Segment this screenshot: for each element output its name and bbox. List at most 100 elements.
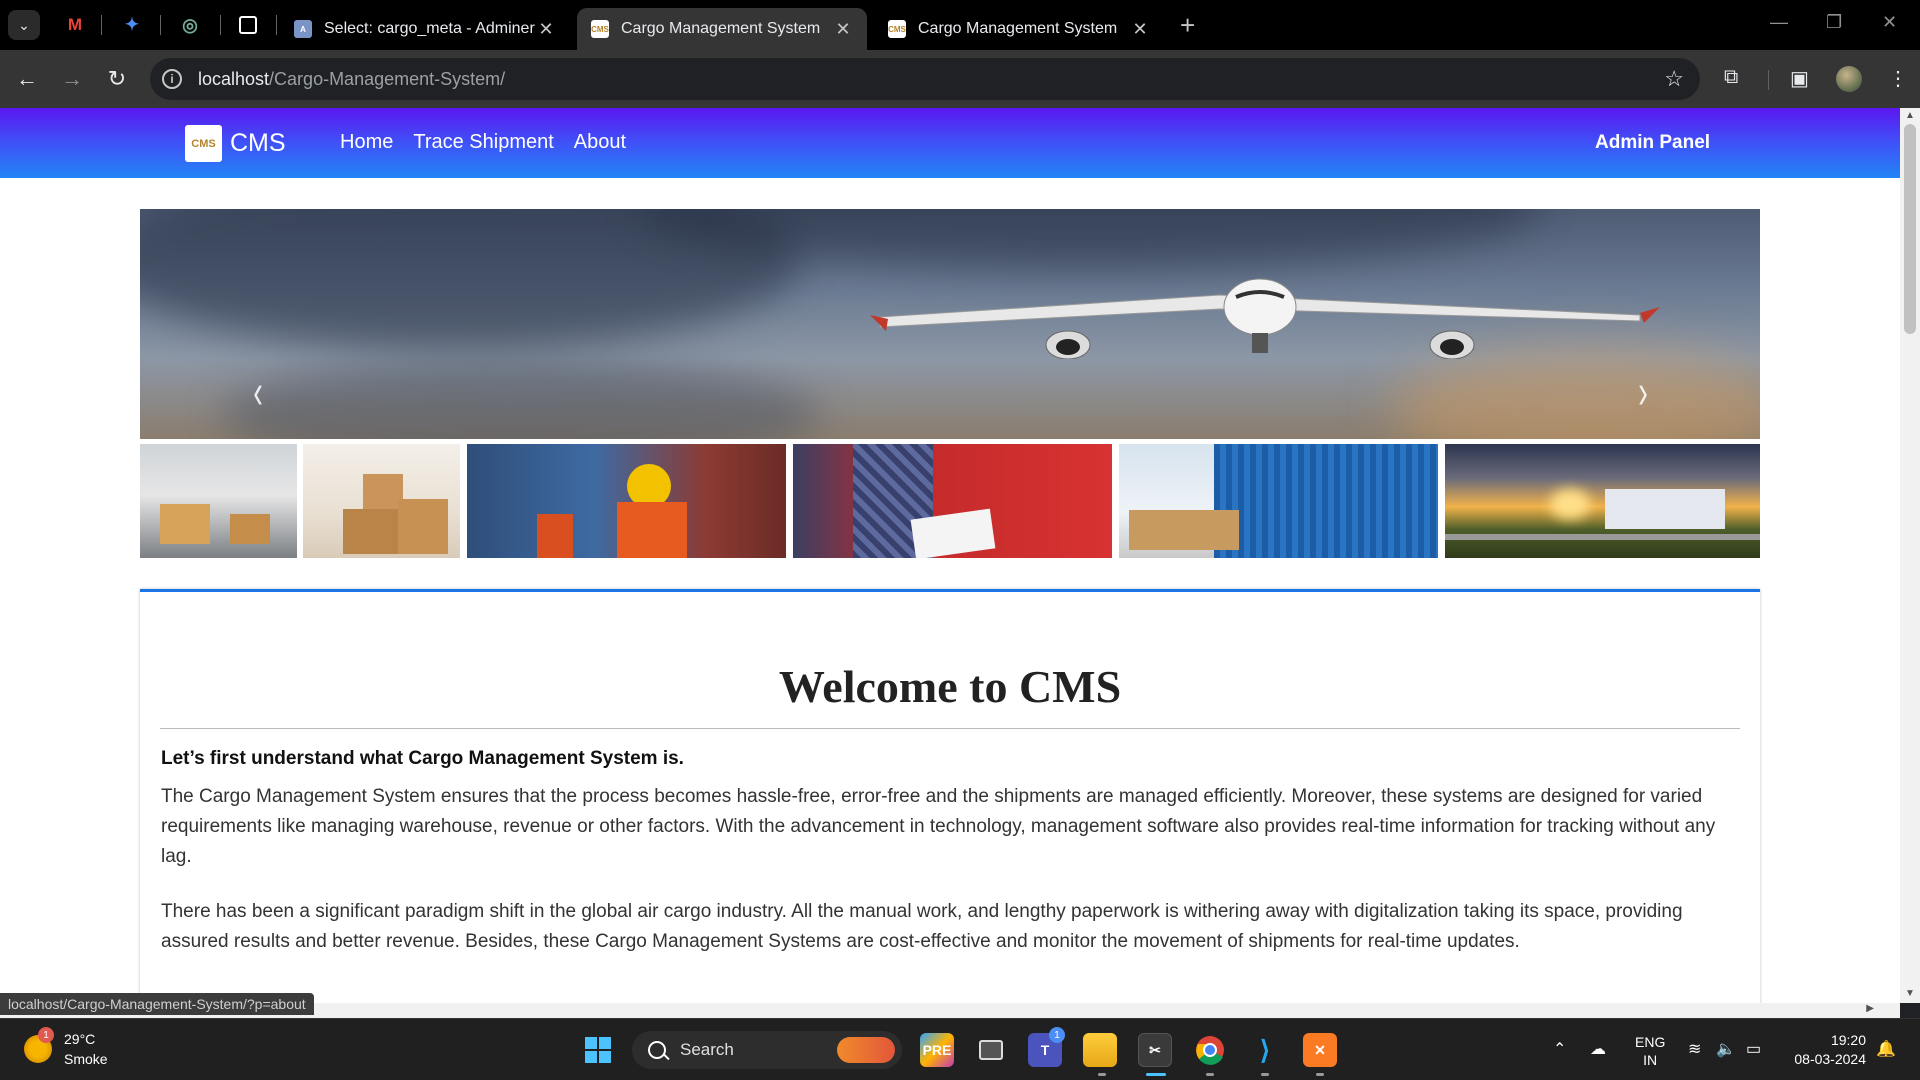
snipping-tool-icon[interactable]: ✂	[1138, 1033, 1172, 1067]
teams-badge: 1	[1049, 1027, 1065, 1043]
tab-title: Cargo Management System	[621, 20, 821, 37]
xampp-icon[interactable]: ✕	[1303, 1033, 1337, 1067]
tab-separator	[101, 15, 102, 35]
nav-home[interactable]: Home	[340, 131, 393, 154]
bookmark-star-icon[interactable]: ☆	[1664, 66, 1684, 92]
windows-start-icon[interactable]	[581, 1033, 615, 1067]
paragraph: There has been a significant paradigm sh…	[161, 901, 1683, 952]
page-title: Welcome to CMS	[778, 661, 1122, 712]
chrome-icon[interactable]	[1193, 1033, 1227, 1067]
onedrive-cloud-icon[interactable]: ☁	[1590, 1039, 1606, 1059]
wifi-icon[interactable]: ≋	[1688, 1039, 1701, 1059]
battery-icon[interactable]: ▭	[1746, 1039, 1761, 1059]
close-tab-icon[interactable]: ✕	[1130, 19, 1150, 40]
scroll-up-icon[interactable]: ▲	[1905, 110, 1915, 121]
search-label: Search	[680, 1040, 734, 1059]
side-panel-icon[interactable]: ▣	[1790, 66, 1809, 91]
browser-toolbar: ← → ↻ i localhost/Cargo-Management-Syste…	[0, 50, 1920, 108]
profile-avatar[interactable]	[1836, 66, 1862, 92]
vscode-icon[interactable]: ⟩	[1248, 1033, 1282, 1067]
brand[interactable]: CMS CMS	[185, 125, 286, 162]
forward-arrow-icon[interactable]: →	[57, 64, 87, 94]
thumbnail-container-workers[interactable]	[467, 444, 786, 558]
search-icon	[648, 1041, 666, 1059]
tab-title: Cargo Management System	[918, 20, 1118, 37]
reload-icon[interactable]: ↻	[102, 64, 132, 94]
tab-cargo-active[interactable]: CMS Cargo Management System ✕	[577, 8, 867, 50]
thumbnail-strip	[140, 444, 1760, 558]
thumbnail-office-boxes[interactable]	[140, 444, 297, 558]
status-url: localhost/Cargo-Management-System/?p=abo…	[0, 993, 314, 1015]
scroll-right-icon[interactable]: ▶	[1866, 1003, 1874, 1014]
tab-separator	[220, 15, 221, 35]
gemini-pinned-tab-icon[interactable]: ✦	[120, 13, 144, 37]
region-code: IN	[1643, 1052, 1658, 1068]
running-indicator	[1206, 1073, 1214, 1076]
minimize-icon[interactable]: —	[1770, 12, 1788, 33]
nav-about[interactable]: About	[574, 131, 626, 154]
volume-icon[interactable]: 🔈	[1716, 1039, 1736, 1059]
tab-separator	[160, 15, 161, 35]
tab-search-button[interactable]: ⌄	[8, 10, 40, 40]
language-code: ENG	[1635, 1034, 1666, 1050]
tab-adminer[interactable]: A Select: cargo_meta - Adminer ✕	[280, 8, 570, 50]
running-indicator	[1316, 1073, 1324, 1076]
thumbnail-blue-container[interactable]	[1119, 444, 1438, 558]
paragraph: The Cargo Management System ensures that…	[161, 786, 1716, 867]
notification-bell-icon[interactable]: 🔔	[1876, 1039, 1896, 1059]
browser-menu-icon[interactable]: ⋮	[1888, 66, 1908, 91]
running-indicator	[1261, 1073, 1269, 1076]
show-hidden-icons-chevron-icon[interactable]: ⌃	[1553, 1039, 1566, 1059]
tab-cargo[interactable]: CMS Cargo Management System ✕	[874, 8, 1164, 50]
thumbnail-clipboard[interactable]	[793, 444, 1112, 558]
windows-taskbar: 1 29°C Smoke Search PRE T 1 ✂ ⟩ ✕ ⌃ ☁ EN…	[0, 1018, 1920, 1080]
clock-date: 08-03-2024	[1794, 1051, 1866, 1067]
close-tab-icon[interactable]: ✕	[833, 19, 853, 40]
url-path: /Cargo-Management-System/	[269, 68, 506, 89]
intro-lead: Let’s first understand what Cargo Manage…	[161, 748, 684, 769]
copilot-icon[interactable]: PRE	[920, 1033, 954, 1067]
close-tab-icon[interactable]: ✕	[536, 19, 556, 40]
gmail-pinned-tab-icon[interactable]: M	[63, 13, 87, 37]
airplane-image	[870, 278, 1660, 359]
carousel-next-icon[interactable]: ›	[1638, 369, 1648, 417]
scroll-down-icon[interactable]: ▼	[1905, 988, 1915, 999]
extensions-icon[interactable]: ⧉	[1724, 66, 1738, 89]
carousel-prev-icon[interactable]: ‹	[253, 369, 263, 417]
toolbar-separator	[1768, 70, 1769, 90]
thumbnail-moving-boxes[interactable]	[303, 444, 460, 558]
divider	[160, 728, 1740, 729]
task-view-icon[interactable]	[974, 1033, 1008, 1067]
chatgpt-pinned-tab-icon[interactable]: ◎	[178, 13, 202, 37]
adminer-favicon-icon: A	[294, 20, 312, 38]
new-tab-icon[interactable]: +	[1180, 12, 1195, 38]
site-info-icon[interactable]: i	[162, 69, 182, 89]
restore-icon[interactable]: ❐	[1826, 12, 1842, 33]
close-window-icon[interactable]: ✕	[1882, 12, 1897, 33]
welcome-card: Welcome to CMS Let’s first understand wh…	[140, 589, 1760, 1003]
taskbar-search-box[interactable]: Search	[632, 1031, 902, 1069]
file-explorer-icon[interactable]	[1083, 1033, 1117, 1067]
vertical-scrollbar[interactable]: ▲ ▼	[1900, 108, 1920, 1003]
weather-notification-badge: 1	[38, 1027, 54, 1043]
weather-temperature[interactable]: 29°C	[64, 1031, 95, 1047]
search-highlight-icon	[837, 1037, 895, 1063]
pinned-tab-icon[interactable]	[236, 13, 260, 37]
address-bar[interactable]: i localhost/Cargo-Management-System/ ☆	[150, 58, 1700, 100]
back-arrow-icon[interactable]: ←	[12, 64, 42, 94]
tab-separator	[276, 15, 277, 35]
nav-trace-shipment[interactable]: Trace Shipment	[413, 131, 553, 154]
cms-favicon-icon: CMS	[591, 20, 609, 38]
thumbnail-truck-sunset[interactable]	[1445, 444, 1760, 558]
weather-description[interactable]: Smoke	[64, 1051, 108, 1067]
hero-carousel: ‹ ›	[140, 209, 1760, 439]
language-indicator[interactable]: ENG IN	[1635, 1033, 1665, 1069]
clock-time: 19:20	[1830, 1032, 1866, 1048]
url-host: localhost	[198, 68, 270, 89]
browser-tab-strip: ⌄ M ✦ ◎ A Select: cargo_meta - Adminer ✕…	[0, 0, 1920, 50]
nav-links: Home Trace Shipment About	[340, 131, 626, 154]
brand-name: CMS	[230, 129, 286, 157]
scrollbar-thumb[interactable]	[1904, 124, 1916, 334]
system-clock[interactable]: 19:20 08-03-2024	[1788, 1031, 1866, 1069]
admin-panel-link[interactable]: Admin Panel	[1595, 132, 1710, 154]
